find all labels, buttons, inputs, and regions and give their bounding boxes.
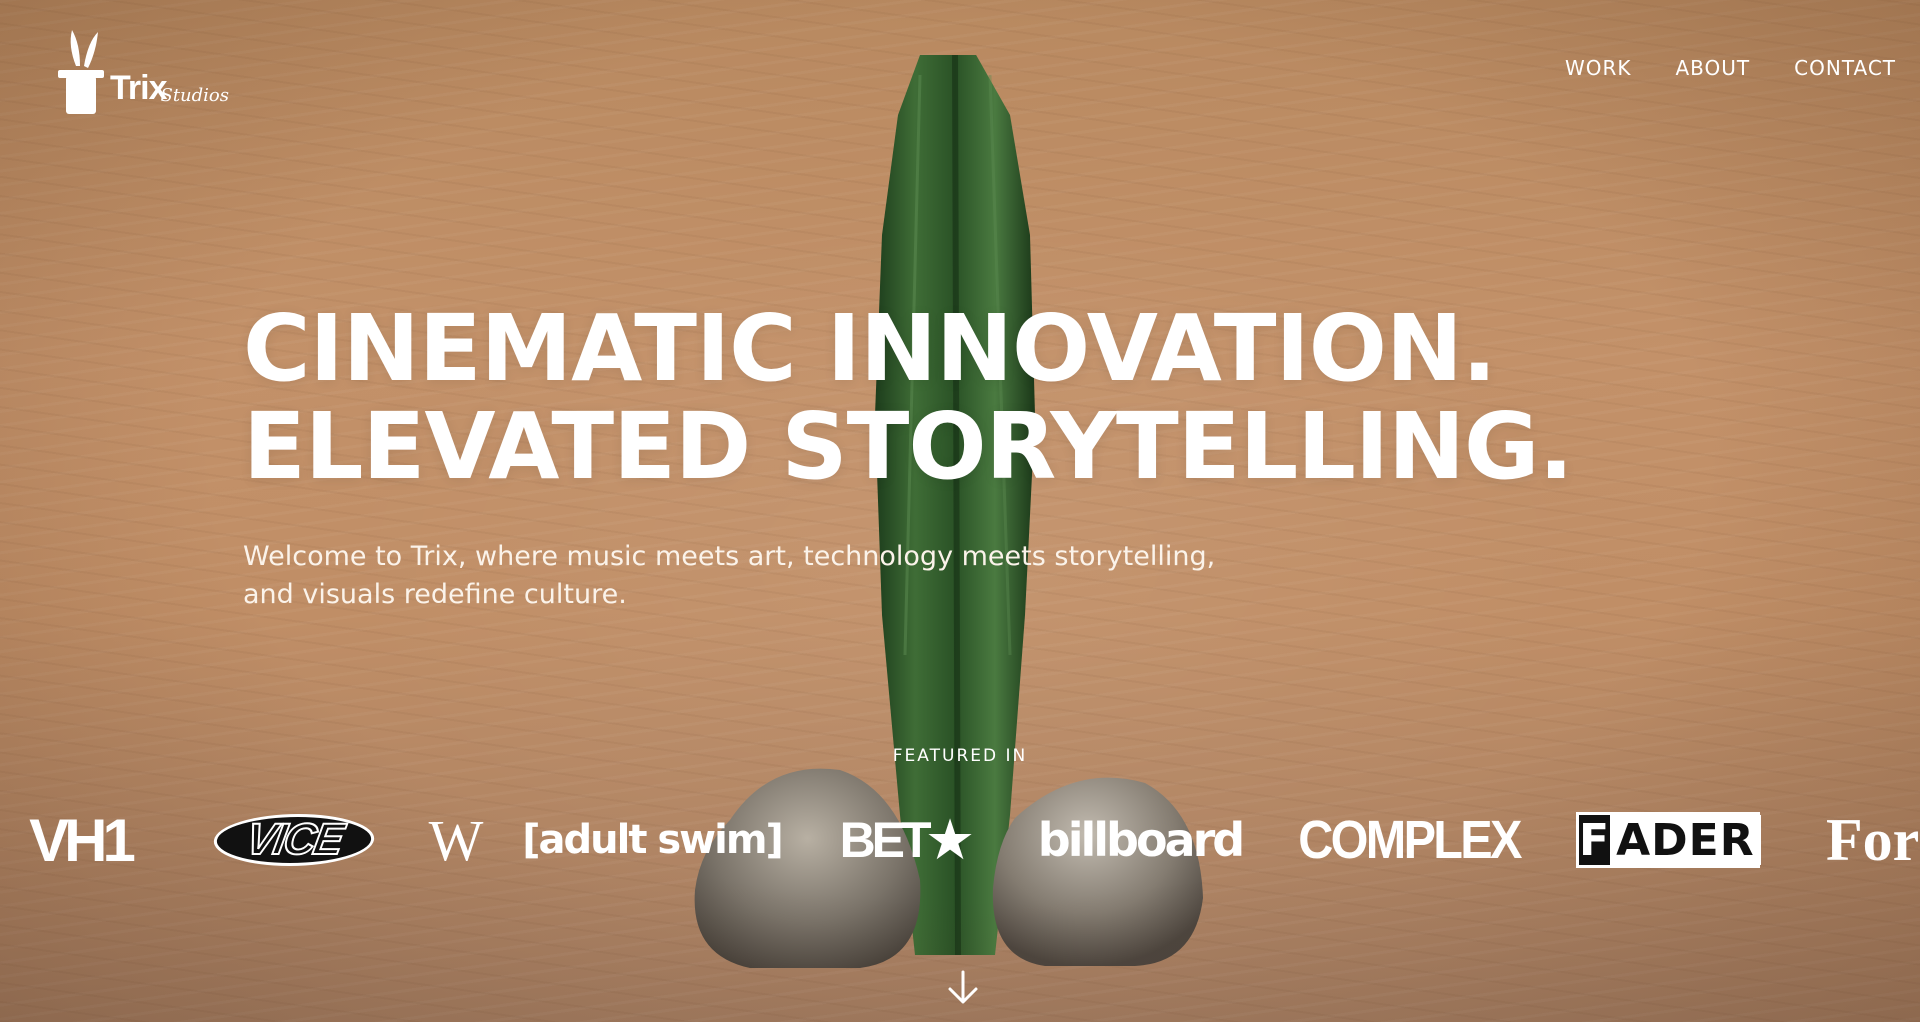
vice-logo: VICE <box>209 814 379 866</box>
hero-title-line-1: CINEMATIC INNOVATION. <box>243 295 1497 402</box>
featured-in-label: FEATURED IN <box>892 746 1028 766</box>
w-magazine-logo: W <box>428 807 484 873</box>
top-hat-rabbit-icon <box>58 30 104 114</box>
main-nav: WORK ABOUT CONTACT <box>1565 56 1896 80</box>
nav-work[interactable]: WORK <box>1565 56 1632 80</box>
fader-logo: F ADER <box>1576 812 1761 868</box>
nav-contact[interactable]: CONTACT <box>1794 56 1896 80</box>
adult-swim-logo: [adult swim] <box>522 817 784 863</box>
hero-subtitle: Welcome to Trix, where music meets art, … <box>243 541 1216 610</box>
hero-title-line-2: ELEVATED STORYTELLING. <box>243 393 1574 500</box>
bet-logo: BET★ <box>839 812 973 868</box>
brand-name: Trix <box>110 69 167 107</box>
arrow-down-icon[interactable] <box>946 970 980 1006</box>
site-header: Trix Studios WORK ABOUT CONTACT <box>0 0 1920 140</box>
brand-logo[interactable]: Trix Studios <box>54 24 229 116</box>
fader-logo-text: ADER <box>1610 815 1761 866</box>
vh1-logo: VH1 <box>29 806 136 874</box>
forbes-logo: For <box>1826 806 1920 873</box>
featured-logos: VH1 VICE W [adult swim] BET★ billboard C… <box>0 806 1920 874</box>
brand-subtitle: Studios <box>160 85 229 106</box>
complex-logo: COMPLEX <box>1298 810 1522 870</box>
hero-title: CINEMATIC INNOVATION. ELEVATED STORYTELL… <box>243 295 1574 500</box>
nav-about[interactable]: ABOUT <box>1676 56 1751 80</box>
fader-logo-box: F <box>1579 814 1611 866</box>
billboard-logo: billboard <box>1037 813 1245 867</box>
